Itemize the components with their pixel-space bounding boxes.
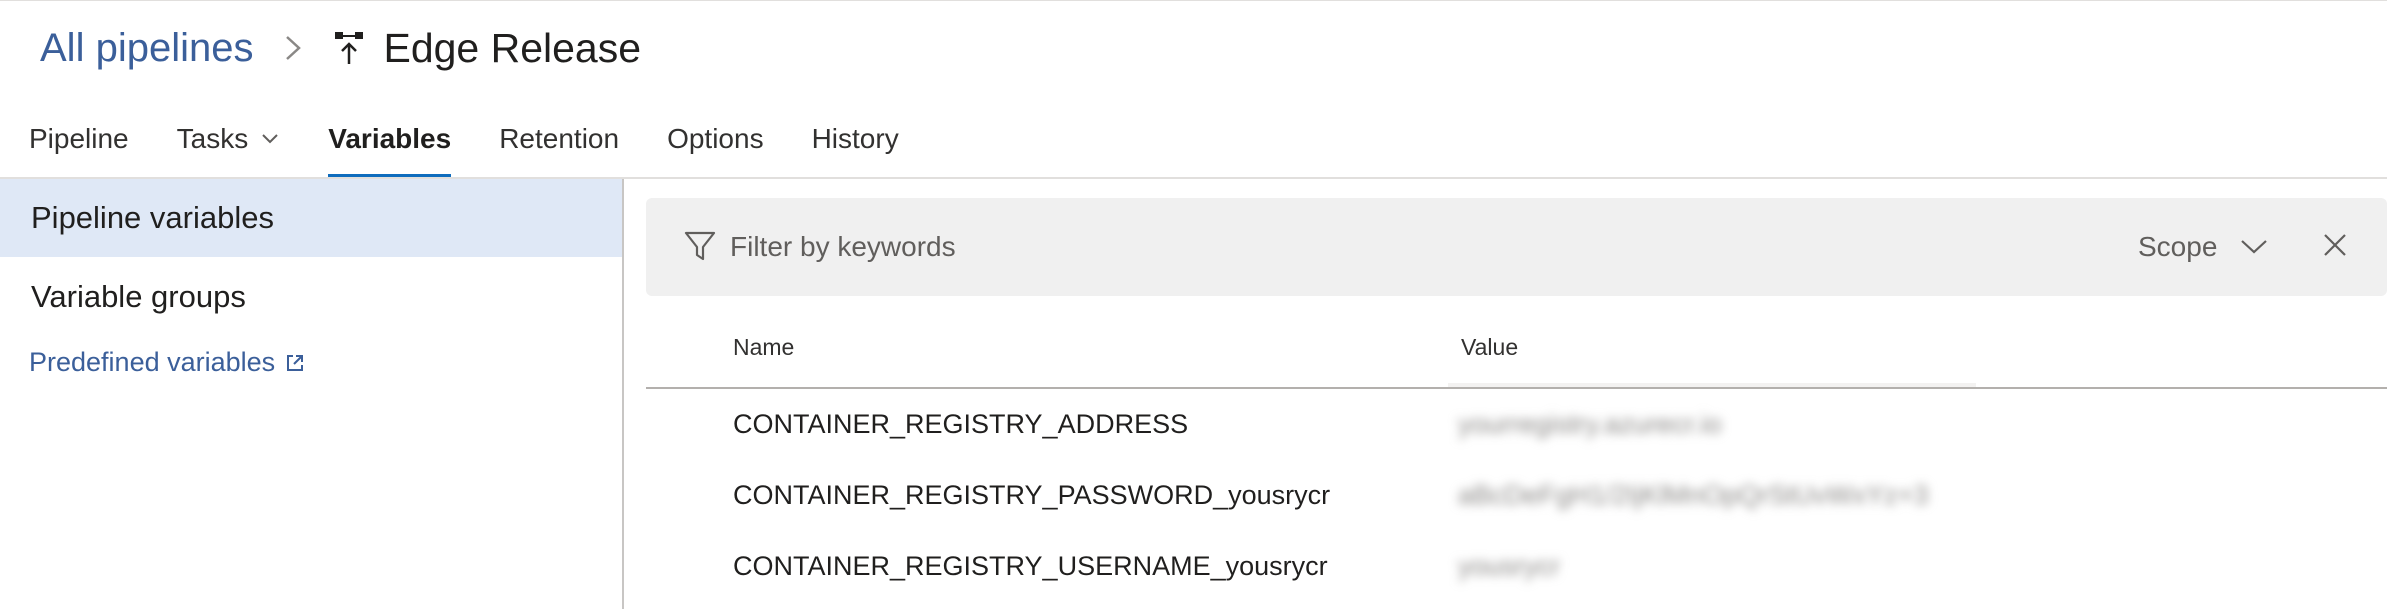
table-row[interactable]: CONTAINER_REGISTRY_ADDRESS yourregistry.…	[646, 389, 2387, 460]
tab-history-label: History	[811, 123, 899, 154]
predefined-variables-label: Predefined variables	[29, 347, 276, 377]
breadcrumb: All pipelines Edge Release	[40, 18, 641, 78]
tab-history[interactable]: History	[812, 100, 899, 178]
sidebar-item-pipeline-variables[interactable]: Pipeline variables	[0, 179, 622, 257]
release-pipeline-icon	[329, 28, 369, 68]
scope-dropdown[interactable]: Scope	[2138, 222, 2269, 272]
tab-variables-label: Variables	[328, 123, 452, 154]
table-row[interactable]: CONTAINER_REGISTRY_USERNAME_yousrycr you…	[646, 531, 2387, 602]
all-pipelines-link[interactable]: All pipelines	[40, 26, 253, 71]
column-header-name[interactable]: Name	[733, 334, 794, 361]
tab-options[interactable]: Options	[667, 100, 764, 178]
variable-value[interactable]: yourregistry.azurecr.io	[1458, 389, 1722, 460]
table-row[interactable]: CONTAINER_REGISTRY_PASSWORD_yousrycr aBc…	[646, 460, 2387, 531]
sidebar-item-label: Pipeline variables	[31, 200, 274, 235]
external-link-icon	[285, 353, 305, 373]
column-header-value[interactable]: Value	[1461, 334, 1518, 361]
variables-sidebar: Pipeline variables Variable groups Prede…	[0, 179, 624, 609]
top-border	[0, 0, 2387, 1]
tab-tasks-label: Tasks	[176, 123, 249, 154]
chevron-right-icon	[271, 28, 315, 68]
variable-value[interactable]: yousrycr	[1458, 531, 1560, 602]
close-icon	[2322, 232, 2348, 263]
tab-tasks[interactable]: Tasks	[177, 100, 281, 178]
variable-name: CONTAINER_REGISTRY_PASSWORD_yousrycr	[733, 480, 1331, 510]
chevron-down-icon	[260, 133, 280, 145]
filter-keywords-input[interactable]	[730, 222, 1630, 272]
variable-name: CONTAINER_REGISTRY_USERNAME_yousrycr	[733, 551, 1328, 581]
sidebar-item-label: Variable groups	[31, 279, 246, 314]
close-filter-button[interactable]	[2317, 229, 2353, 265]
tab-variables[interactable]: Variables	[328, 100, 451, 178]
tab-pipeline-label: Pipeline	[29, 123, 129, 154]
sidebar-item-variable-groups[interactable]: Variable groups	[0, 258, 622, 336]
tab-options-label: Options	[667, 123, 764, 154]
filter-icon	[682, 228, 718, 264]
tab-retention[interactable]: Retention	[499, 100, 619, 178]
variable-name: CONTAINER_REGISTRY_ADDRESS	[733, 409, 1189, 439]
scope-label: Scope	[2138, 231, 2218, 262]
tab-retention-label: Retention	[499, 123, 620, 154]
filter-bar: Scope	[646, 198, 2387, 296]
variable-value[interactable]: aBcDeFgH1/2IjKlMnOpQrStUvWxYz+3	[1458, 460, 1928, 531]
tab-pipeline[interactable]: Pipeline	[29, 100, 129, 178]
chevron-down-icon	[2239, 238, 2269, 256]
page-title: Edge Release	[383, 24, 642, 71]
tab-bar: Pipeline Tasks Variables Retention Optio…	[0, 100, 899, 178]
predefined-variables-link[interactable]: Predefined variables	[29, 347, 305, 378]
